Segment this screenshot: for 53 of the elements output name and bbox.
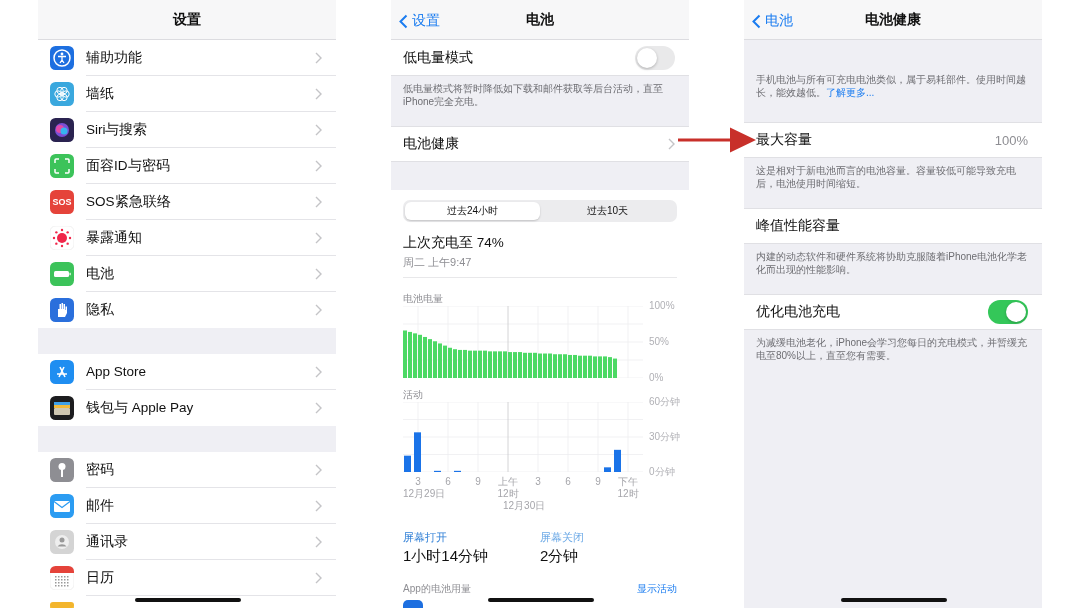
setting-label: 最大容量 <box>756 131 812 149</box>
settings-item-label: App Store <box>86 364 147 379</box>
capacity-value: 100% <box>994 132 1028 148</box>
settings-item-label: 辅助功能 <box>86 48 142 67</box>
date-label: 12月30日 <box>503 500 546 512</box>
setting-label: 优化电池充电 <box>756 303 840 321</box>
description-text: 手机电池与所有可充电电池类似，属于易耗部件。使用时间越长，能效越低。了解更多... <box>756 73 1027 99</box>
screen-title: 设置 <box>173 10 201 29</box>
settings-item-label: 暴露通知 <box>86 228 142 247</box>
settings-item-label: 墙纸 <box>86 84 114 103</box>
screen-title: 电池 <box>526 10 554 29</box>
axis-label: 50% <box>649 336 669 348</box>
settings-item-label: 隐私 <box>86 301 114 319</box>
footnote-text: 低电量模式将暂时降低如下载和邮件获取等后台活动，直至iPhone完全充电。 <box>403 82 664 108</box>
axis-label: 0% <box>649 372 664 384</box>
axis-label: 30分钟 <box>649 431 681 443</box>
settings-item-label: 日历 <box>86 568 114 587</box>
chart-title: 活动 <box>403 388 423 402</box>
stat-label: 屏幕打开 <box>403 530 448 545</box>
last-charge-time: 周二 上午9:47 <box>403 255 473 270</box>
stat-value: 2分钟 <box>540 547 580 566</box>
last-charge-text: 上次充电至 74% <box>403 234 505 252</box>
axis-label: 0分钟 <box>649 466 675 478</box>
footnote-text: 这是相对于新电池而言的电池容量。容量较低可能导致充电后，电池使用时间缩短。 <box>756 164 1017 190</box>
settings-item-label: 密码 <box>86 460 114 479</box>
setting-label: 峰值性能容量 <box>756 217 840 235</box>
axis-label: 100% <box>649 300 675 312</box>
settings-item-label: SOS紧急联络 <box>86 192 171 211</box>
footnote-text: 为减缓电池老化，iPhone会学习您每日的充电模式，并暂缓充电至80%以上，直至您有需要。 <box>756 336 1028 362</box>
date-label: 12月29日 <box>403 488 446 500</box>
stat-value: 1小时14分钟 <box>403 547 490 566</box>
axis-label: 60分钟 <box>649 396 681 408</box>
sos-icon: SOS <box>50 190 74 214</box>
axis-label: 3 <box>414 476 422 488</box>
chart-title: 电池电量 <box>403 292 443 306</box>
setting-label: 低电量模式 <box>403 48 473 67</box>
axis-label: 9 <box>474 476 482 488</box>
screen-title: 电池健康 <box>865 10 921 29</box>
settings-item-label: 通讯录 <box>86 532 128 551</box>
section-label: App的电池用量 <box>403 582 471 596</box>
axis-label: 下午12时 <box>617 476 639 500</box>
axis-label: 3 <box>534 476 542 488</box>
axis-label: 6 <box>444 476 452 488</box>
axis-label: 6 <box>564 476 572 488</box>
footnote-text: 内建的动态软件和硬件系统将协助克服随着iPhone电池化学老化而出现的性能影响。 <box>756 250 1028 276</box>
axis-label: 9 <box>594 476 602 488</box>
settings-item-label: 钱包与 Apple Pay <box>86 399 194 417</box>
settings-item-label: Siri与搜索 <box>86 120 148 139</box>
settings-item-label: 面容ID与密码 <box>86 156 170 175</box>
settings-item-label: 邮件 <box>86 496 114 515</box>
stat-label: 屏幕关闭 <box>540 530 585 545</box>
settings-item-label: 电池 <box>86 264 114 283</box>
axis-label: 上午12时 <box>497 476 519 500</box>
